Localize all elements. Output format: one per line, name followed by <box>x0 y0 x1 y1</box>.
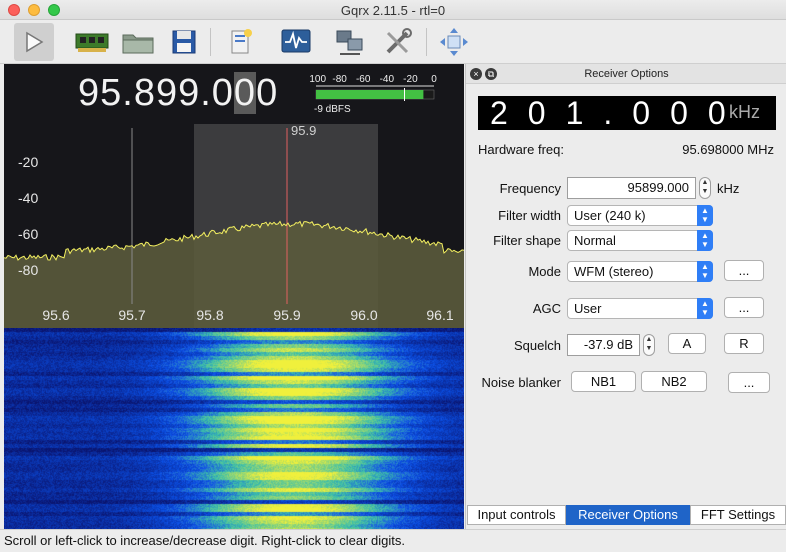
status-bar: Scroll or left-click to increase/decreas… <box>0 529 786 552</box>
select-arrows-icon: ▲ ▼ <box>697 261 713 282</box>
mode-select[interactable]: WFM (stereo) ▲ ▼ <box>567 261 713 282</box>
io-devices-button[interactable] <box>72 23 112 61</box>
meter-scale-label: -20 <box>403 74 418 85</box>
x-tick-label: 96.0 <box>350 307 377 323</box>
tools-settings-button[interactable] <box>378 23 418 61</box>
frequency-digits-tail[interactable]: 0 <box>256 72 278 114</box>
mode-label: Mode <box>528 264 561 279</box>
nb-options-button[interactable]: ... <box>728 372 770 393</box>
network-remote-icon <box>336 30 363 55</box>
select-arrows-icon: ▲ ▼ <box>697 205 713 226</box>
tab-input-controls[interactable]: Input controls <box>467 505 566 525</box>
fullscreen-button[interactable] <box>434 23 474 61</box>
open-file-button[interactable] <box>118 23 158 61</box>
filter-shape-label: Filter shape <box>493 233 561 248</box>
meter-scale-label: 0 <box>431 74 437 85</box>
filter-shape-value: Normal <box>574 233 616 248</box>
remote-control-button[interactable] <box>330 23 370 61</box>
frequency-label: Frequency <box>499 181 561 196</box>
hardware-card-icon <box>75 33 109 52</box>
meter-readout: -9 dBFS <box>314 104 351 115</box>
window-title: Gqrx 2.11.5 - rtl=0 <box>340 3 446 18</box>
meter-scale-label: -80 <box>332 74 347 85</box>
squelch-stepper[interactable]: ▲ ▼ <box>643 334 655 356</box>
filter-width-select[interactable]: User (240 k) ▲ ▼ <box>567 205 713 226</box>
main-toolbar <box>0 20 786 64</box>
filter-shape-select[interactable]: Normal ▲ ▼ <box>567 230 713 251</box>
dock-title-bar: × ⧉ Receiver Options <box>466 64 786 84</box>
x-tick-label: 95.7 <box>118 307 145 323</box>
meter-scale: -100 -80 -60 -40 -20 0 <box>310 74 437 85</box>
nb2-toggle[interactable]: NB2 <box>641 371 707 392</box>
title-bar: Gqrx 2.11.5 - rtl=0 <box>0 0 786 20</box>
fft-plot[interactable]: 95.9 -20 -40 -60 -80 95.6 95.7 95.8 95.9 96.0 96… <box>4 64 464 328</box>
spectrum-monitor-icon <box>281 29 311 53</box>
frequency-input[interactable]: 95899.000 <box>567 177 696 199</box>
dock-title: Receiver Options <box>584 68 669 80</box>
y-tick-label: -80 <box>18 262 38 278</box>
agc-label: AGC <box>532 301 561 316</box>
configure-io-button[interactable] <box>220 23 260 61</box>
frequency-digits[interactable]: 95.899.0 <box>78 72 234 114</box>
meter-scale-label: -60 <box>356 74 371 85</box>
squelch-input[interactable]: -37.9 dB <box>567 334 640 356</box>
dsp-spectrum-button[interactable] <box>276 23 316 61</box>
receiver-options-dock: × ⧉ Receiver Options 201.000 kHz Hardwar… <box>465 64 786 529</box>
settings-tools-icon <box>386 28 412 54</box>
dock-tab-bar: Input controls Receiver Options FFT Sett… <box>467 505 786 525</box>
y-tick-label: -40 <box>18 190 38 206</box>
waterfall[interactable] <box>4 328 464 529</box>
open-folder-icon <box>122 34 154 54</box>
frequency-readout[interactable]: 95.899.000 <box>78 72 278 115</box>
x-tick-label: 95.8 <box>196 307 223 323</box>
frequency-stepper[interactable]: ▲ ▼ <box>699 177 711 199</box>
filter-width-value: User (240 k) <box>574 208 646 223</box>
y-tick-label: -20 <box>18 154 38 170</box>
marker-label: 95.9 <box>291 123 316 138</box>
filter-width-label: Filter width <box>498 208 561 223</box>
meter-scale-label: -100 <box>310 74 326 85</box>
x-tick-label: 95.9 <box>273 307 300 323</box>
filter-offset-digits[interactable]: 201.000 <box>490 96 746 130</box>
x-tick-label: 96.1 <box>426 307 453 323</box>
mode-value: WFM (stereo) <box>574 264 654 279</box>
toolbar-separator <box>210 28 211 56</box>
meter-scale-label: -40 <box>380 74 395 85</box>
select-arrows-icon: ▲ ▼ <box>697 230 713 251</box>
io-config-icon <box>231 29 252 54</box>
waterfall-canvas <box>4 328 464 529</box>
start-dsp-button[interactable] <box>14 23 54 61</box>
squelch-label: Squelch <box>514 338 561 353</box>
fft-area <box>4 221 464 328</box>
agc-select[interactable]: User ▲ ▼ <box>567 298 713 319</box>
mode-options-button[interactable]: ... <box>724 260 764 281</box>
noise-blanker-label: Noise blanker <box>481 375 562 390</box>
hardware-freq-label: Hardware freq: <box>478 142 564 157</box>
filter-offset-unit: kHz <box>729 102 760 122</box>
filter-offset-display[interactable]: 201.000 kHz <box>478 96 776 130</box>
x-tick-label: 95.6 <box>42 307 69 323</box>
save-settings-button[interactable] <box>164 23 204 61</box>
toolbar-separator <box>426 28 427 56</box>
tab-fft-settings[interactable]: FFT Settings <box>690 505 786 525</box>
signal-meter: -100 -80 -60 -40 -20 0 -9 dBFS <box>310 74 437 115</box>
save-icon <box>172 30 196 54</box>
hardware-freq-value: 95.698000 MHz <box>682 142 774 157</box>
nb1-toggle[interactable]: NB1 <box>571 371 636 392</box>
select-arrows-icon: ▲ ▼ <box>697 298 713 319</box>
squelch-auto-button[interactable]: A <box>668 333 706 354</box>
fullscreen-move-icon <box>440 28 468 56</box>
frequency-unit: kHz <box>717 181 740 196</box>
signal-level-bar <box>316 90 424 99</box>
play-icon <box>26 31 44 53</box>
squelch-reset-button[interactable]: R <box>724 333 764 354</box>
y-tick-label: -60 <box>18 226 38 242</box>
tab-receiver-options[interactable]: Receiver Options <box>566 505 690 525</box>
selected-digit[interactable]: 0 <box>233 72 257 114</box>
agc-options-button[interactable]: ... <box>724 297 764 318</box>
agc-value: User <box>574 301 602 316</box>
